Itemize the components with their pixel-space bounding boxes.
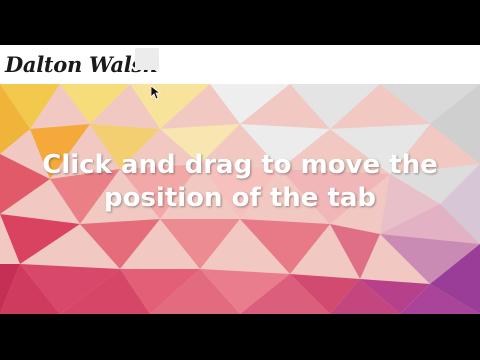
video-frame: Dalton Walsh Click and drag to move the … [0, 0, 480, 360]
mouse-pointer-icon [151, 86, 161, 100]
site-header: Dalton Walsh [0, 45, 480, 84]
website-page: Dalton Walsh Click and drag to move the … [0, 45, 480, 314]
tutorial-caption: Click and drag to move the position of t… [0, 149, 480, 215]
letterbox-top [0, 0, 480, 45]
caption-line-2: position of the tab [103, 183, 377, 213]
draggable-tab-handle[interactable] [135, 48, 159, 70]
caption-line-1: Click and drag to move the [42, 150, 438, 180]
letterbox-bottom [0, 314, 480, 360]
